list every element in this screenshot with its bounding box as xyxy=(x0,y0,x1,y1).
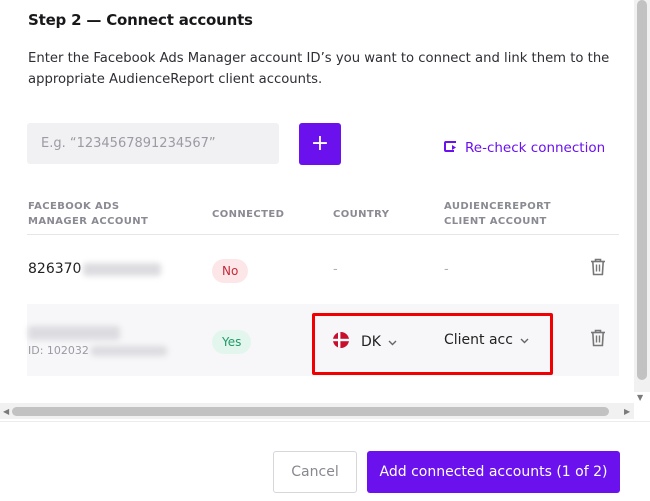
cancel-button[interactable]: Cancel xyxy=(273,451,357,493)
account-id-prefix: 826370 xyxy=(28,261,82,277)
header-divider xyxy=(27,234,619,235)
client-account-value: - xyxy=(444,262,449,277)
recheck-connection-link[interactable]: Re-check connection xyxy=(443,139,605,157)
plus-icon: + xyxy=(310,131,330,156)
account-id-input[interactable] xyxy=(27,123,279,164)
add-connected-accounts-button[interactable]: Add connected accounts (1 of 2) xyxy=(367,451,620,493)
account-sub-id: ID: 102032 xyxy=(28,344,167,357)
trash-icon[interactable] xyxy=(590,329,606,351)
table-row-account: 826370 xyxy=(28,261,162,277)
step-description: Enter the Facebook Ads Manager account I… xyxy=(28,51,610,87)
scroll-left-arrow-icon[interactable]: ◀ xyxy=(3,407,9,416)
account-name xyxy=(28,322,120,341)
scroll-down-arrow-icon[interactable]: ▼ xyxy=(637,393,643,402)
status-badge: No xyxy=(212,259,249,283)
horizontal-scrollbar-thumb[interactable] xyxy=(12,407,609,416)
account-sub-id-prefix: ID: 102032 xyxy=(28,344,89,357)
recheck-connection-label: Re-check connection xyxy=(465,140,606,156)
redacted-text xyxy=(83,262,162,276)
country-value: - xyxy=(333,262,338,277)
step-title: Step 2 — Connect accounts xyxy=(28,11,253,29)
status-badge: Yes xyxy=(212,330,252,354)
footer-divider xyxy=(0,421,650,422)
header-client-account: AUDIENCEREPORT CLIENT ACCOUNT xyxy=(444,201,551,227)
add-account-button[interactable]: + xyxy=(299,123,341,165)
redacted-text xyxy=(28,325,120,340)
header-connected: CONNECTED xyxy=(212,209,285,220)
trash-icon[interactable] xyxy=(590,258,606,280)
redacted-text xyxy=(90,346,167,356)
header-country: COUNTRY xyxy=(333,209,390,220)
scroll-right-arrow-icon[interactable]: ▶ xyxy=(624,407,630,416)
refresh-icon xyxy=(443,139,459,157)
vertical-scrollbar-thumb[interactable] xyxy=(637,0,647,380)
highlight-box xyxy=(312,313,553,375)
header-account: FACEBOOK ADS MANAGER ACCOUNT xyxy=(28,201,149,227)
